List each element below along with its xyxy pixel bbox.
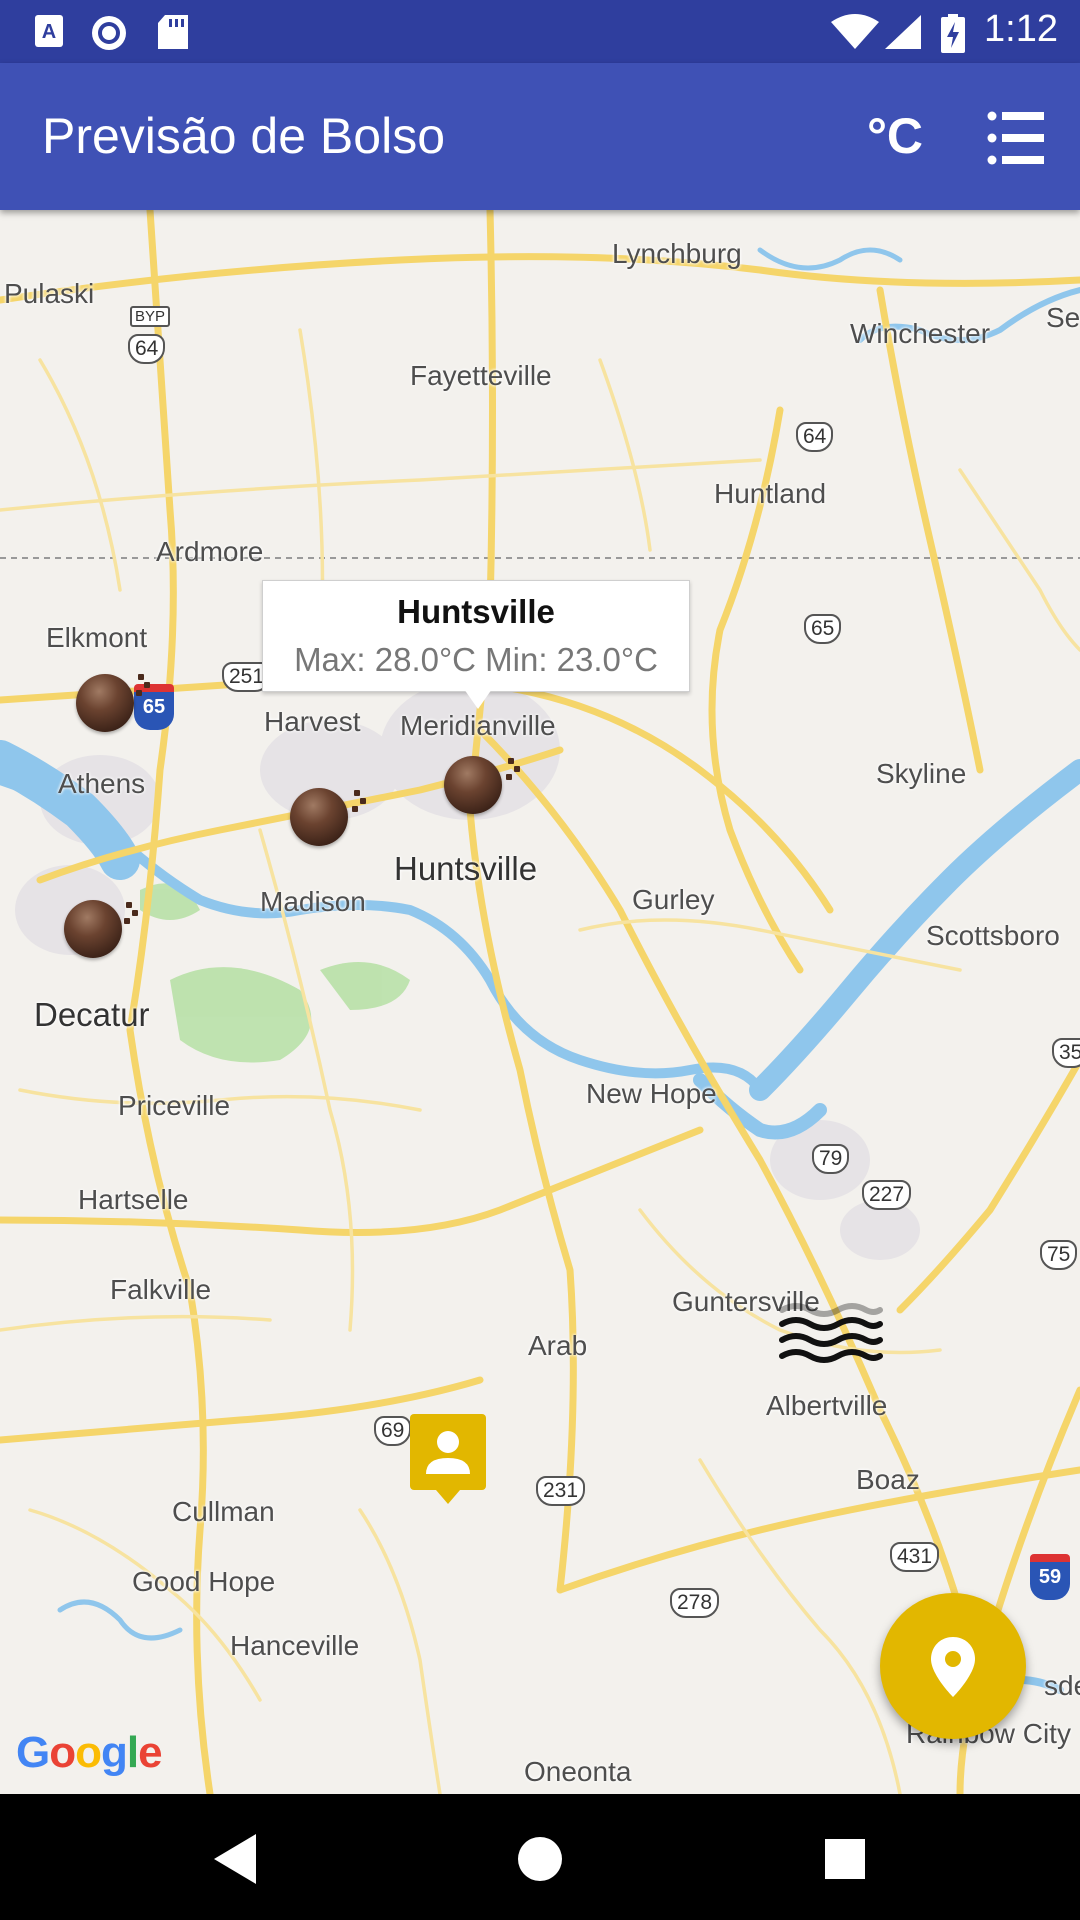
app-title: Previsão de Bolso bbox=[42, 108, 446, 164]
place-label: Scottsboro bbox=[926, 920, 1060, 951]
wifi-icon bbox=[831, 14, 879, 49]
route-shield: 231 bbox=[536, 1476, 586, 1506]
place-label: Cullman bbox=[172, 1496, 275, 1527]
route-shield: 79 bbox=[812, 1144, 850, 1174]
place-label: Meridianville bbox=[400, 710, 556, 741]
clear-night-icon[interactable] bbox=[290, 784, 366, 848]
info-window-tail bbox=[464, 689, 492, 709]
place-label: Arab bbox=[528, 1330, 588, 1361]
place-label: Good Hope bbox=[132, 1566, 276, 1597]
place-label: Oneonta bbox=[524, 1756, 632, 1787]
info-window-title: Huntsville bbox=[397, 593, 555, 630]
clear-night-icon[interactable] bbox=[444, 752, 520, 816]
place-label: Madison bbox=[260, 886, 366, 917]
clear-night-icon[interactable] bbox=[76, 670, 150, 734]
clear-night-icon[interactable] bbox=[64, 896, 138, 960]
place-label: Boaz bbox=[856, 1464, 920, 1495]
location-button[interactable] bbox=[880, 1593, 1026, 1739]
route-shield: BYP bbox=[130, 306, 171, 327]
route-shield: 431 bbox=[890, 1542, 940, 1572]
route-shield: 278 bbox=[670, 1588, 720, 1618]
route-shield: 64 bbox=[796, 422, 834, 452]
temperature-unit-button[interactable]: °C bbox=[860, 101, 930, 171]
cell-signal-icon bbox=[885, 15, 921, 49]
place-label: Athens bbox=[58, 768, 146, 799]
place-label: Decatur bbox=[34, 996, 150, 1033]
location-pin-icon bbox=[931, 1637, 975, 1697]
place-label: Se bbox=[1046, 302, 1080, 333]
place-label: Huntland bbox=[714, 478, 827, 509]
place-label: Skyline bbox=[876, 758, 967, 789]
record-icon bbox=[92, 16, 126, 50]
route-shield: 75 bbox=[1040, 1240, 1078, 1270]
route-shield: 69 bbox=[374, 1416, 412, 1446]
windy-icon[interactable] bbox=[778, 1300, 884, 1370]
svg-text:A: A bbox=[42, 21, 56, 43]
app-bar: Previsão de Bolso °C bbox=[0, 63, 1080, 210]
navigation-bar bbox=[0, 1794, 1080, 1920]
place-label: Hartselle bbox=[78, 1184, 189, 1215]
status-bar: A 1:12 bbox=[0, 0, 1080, 63]
a-font-icon: A bbox=[35, 15, 63, 47]
interstate-shield: 59 bbox=[1030, 1554, 1070, 1600]
place-label: Falkville bbox=[110, 1274, 212, 1305]
place-label: Huntsville bbox=[394, 850, 538, 887]
place-label: Ardmore bbox=[156, 536, 264, 567]
sd-card-icon bbox=[158, 15, 188, 49]
status-time: 1:12 bbox=[984, 8, 1058, 50]
back-icon[interactable] bbox=[200, 1824, 270, 1894]
place-label: Hanceville bbox=[230, 1630, 360, 1661]
google-logo: Google bbox=[16, 1728, 163, 1777]
place-label: Gurley bbox=[632, 884, 715, 915]
place-label: Lynchburg bbox=[612, 238, 742, 269]
route-shield: 65 bbox=[804, 614, 842, 644]
place-label: Harvest bbox=[264, 706, 361, 737]
map-view[interactable]: Lynchburg Pulaski Winchester Se Fayettev… bbox=[0, 210, 1080, 1794]
place-label: sder bbox=[1044, 1670, 1080, 1701]
recents-icon[interactable] bbox=[810, 1824, 880, 1894]
place-label: Pulaski bbox=[4, 278, 95, 309]
info-window[interactable]: Huntsville Max: 28.0°C Min: 23.0°C bbox=[262, 580, 690, 692]
place-label: Elkmont bbox=[46, 622, 148, 653]
battery-charging-icon bbox=[941, 14, 965, 53]
place-label: Priceville bbox=[118, 1090, 231, 1121]
place-label: Albertville bbox=[766, 1390, 888, 1421]
place-label: Winchester bbox=[850, 318, 991, 349]
route-shield: 35 bbox=[1052, 1038, 1080, 1068]
route-shield: 227 bbox=[862, 1180, 912, 1210]
place-label: New Hope bbox=[586, 1078, 717, 1109]
list-icon[interactable] bbox=[982, 103, 1052, 173]
info-window-temperatures: Max: 28.0°C Min: 23.0°C bbox=[294, 641, 658, 678]
route-shield: 64 bbox=[128, 334, 166, 364]
home-icon[interactable] bbox=[505, 1824, 575, 1894]
person-pin-icon[interactable] bbox=[410, 1414, 486, 1504]
place-label: Fayetteville bbox=[410, 360, 552, 391]
